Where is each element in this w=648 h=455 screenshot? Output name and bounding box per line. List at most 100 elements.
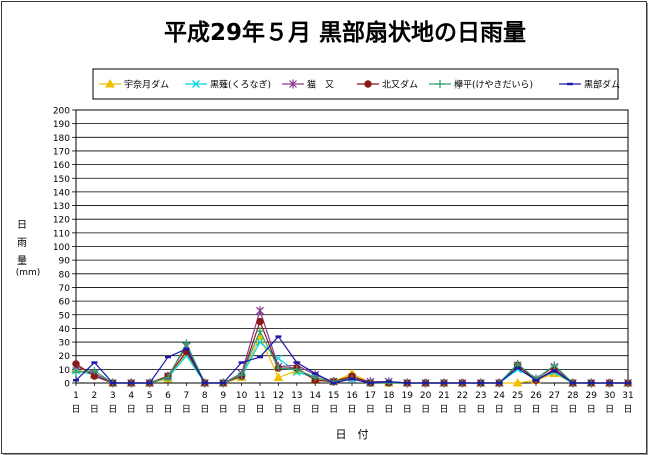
x-tick-suffix: 日 [255, 404, 264, 415]
legend-label: 北又ダム [382, 79, 418, 91]
data-point [72, 360, 80, 368]
x-tick-label: 8 [202, 391, 208, 401]
x-tick-label: 20 [420, 391, 432, 401]
x-tick-suffix: 日 [550, 404, 559, 415]
y-axis: 0 10 20 30 40 50 60 70 80 90 100 110 120 130 140 150 160… [53, 107, 76, 390]
x-tick-suffix: 日 [274, 404, 283, 415]
data-point [165, 355, 171, 359]
data-point [109, 381, 116, 385]
legend-label: 猫 又 [307, 79, 334, 91]
y-tick-label: 50 [59, 311, 71, 321]
x-tick-label: 12 [273, 391, 284, 401]
x-tick-suffix: 日 [439, 404, 448, 415]
x-tick-label: 15 [328, 391, 339, 401]
x-tick-suffix: 日 [513, 404, 522, 415]
x-tick-suffix: 日 [458, 404, 467, 415]
x-tick-label: 11 [254, 391, 265, 401]
x-tick-label: 26 [530, 391, 542, 401]
legend-label: 欅平(けやきだいら) [454, 80, 533, 91]
y-tick-label: 130 [53, 202, 70, 212]
data-point [625, 381, 631, 385]
y-tick-label: 70 [59, 284, 71, 294]
data-point [201, 381, 208, 385]
x-tick-label: 30 [604, 391, 616, 401]
y-tick-label: 30 [59, 339, 71, 349]
data-point [220, 381, 227, 385]
x-tick-label: 23 [475, 391, 486, 401]
y-tick-label: 0 [64, 380, 70, 390]
y-axis-label-char: 雨 [17, 238, 27, 249]
data-point [588, 381, 595, 385]
x-tick-suffix: 日 [531, 404, 540, 415]
x-tick-suffix: 日 [108, 404, 117, 415]
x-tick-label: 24 [493, 391, 505, 401]
data-point [73, 379, 79, 382]
legend: 宇奈月ダム 黒薙(くろなぎ) 猫 又 北又ダム 欅平(けやきだいら) 黒部ダム [92, 68, 620, 100]
x-tick-label: 3 [110, 391, 116, 401]
y-tick-label: 10 [59, 366, 71, 376]
x-tick-suffix: 日 [182, 404, 191, 415]
x-tick-suffix: 日 [568, 404, 577, 415]
x-tick-label: 16 [346, 391, 358, 401]
legend-border [92, 68, 619, 100]
y-axis-label-char: 日 [17, 220, 27, 231]
x-tick-label: 28 [567, 391, 579, 401]
data-point [422, 381, 429, 385]
x-tick-suffix: 日 [71, 404, 80, 415]
chart-title: 平成29年５月 黒部扇状地の日雨量 [164, 19, 526, 46]
y-tick-label: 100 [53, 243, 70, 253]
data-point [459, 381, 466, 385]
x-tick-suffix: 日 [200, 404, 209, 415]
x-tick-suffix: 日 [587, 404, 596, 415]
legend-label: 黒部ダム [584, 79, 620, 91]
x-tick-suffix: 日 [90, 404, 99, 415]
x-tick-suffix: 日 [476, 404, 485, 415]
data-point [146, 381, 153, 385]
x-tick-label: 13 [291, 391, 302, 401]
data-point [441, 381, 447, 385]
x-tick-label: 2 [92, 391, 98, 401]
data-point [385, 380, 392, 383]
y-tick-label: 190 [53, 120, 70, 130]
x-tick-label: 9 [220, 391, 226, 401]
legend-label: 黒薙(くろなぎ) [210, 79, 271, 91]
y-tick-label: 40 [59, 325, 71, 335]
data-point [183, 347, 190, 351]
data-point [256, 317, 264, 326]
data-point [496, 381, 503, 385]
x-tick-suffix: 日 [421, 404, 430, 415]
y-axis-label: 日雨量 [17, 220, 27, 267]
x-tick-label: 27 [549, 391, 560, 401]
x-tick-suffix: 日 [347, 404, 356, 415]
data-point [293, 361, 300, 364]
x-tick-label: 31 [622, 391, 633, 401]
data-point [477, 381, 484, 385]
y-tick-label: 150 [53, 175, 70, 185]
x-tick-suffix: 日 [237, 404, 246, 415]
x-tick-suffix: 日 [219, 404, 228, 415]
x-tick-label: 17 [365, 391, 376, 401]
y-tick-label: 200 [53, 107, 70, 117]
y-tick-label: 60 [59, 298, 71, 308]
data-point [128, 381, 135, 385]
data-point [404, 381, 411, 385]
data-point [569, 381, 576, 385]
y-tick-label: 120 [53, 216, 70, 226]
y-tick-label: 20 [59, 352, 71, 362]
rainfall-chart: 平成29年５月 黒部扇状地の日雨量 宇奈月ダム 黒薙(くろなぎ) 猫 又 北又ダム 欅平… [16, 19, 634, 441]
data-point [364, 80, 372, 88]
y-tick-label: 160 [53, 161, 70, 171]
y-tick-label: 80 [59, 270, 71, 280]
x-tick-label: 21 [438, 391, 449, 401]
legend-label: 宇奈月ダム [124, 79, 169, 91]
x-tick-suffix: 日 [329, 404, 338, 415]
x-tick-label: 19 [401, 391, 413, 401]
data-point [257, 355, 263, 359]
data-point [551, 369, 558, 372]
x-tick-label: 14 [309, 391, 321, 401]
x-tick-suffix: 日 [127, 404, 136, 415]
data-point [330, 381, 337, 385]
data-point [275, 335, 282, 338]
x-tick-suffix: 日 [605, 404, 614, 415]
data-point [367, 381, 374, 385]
